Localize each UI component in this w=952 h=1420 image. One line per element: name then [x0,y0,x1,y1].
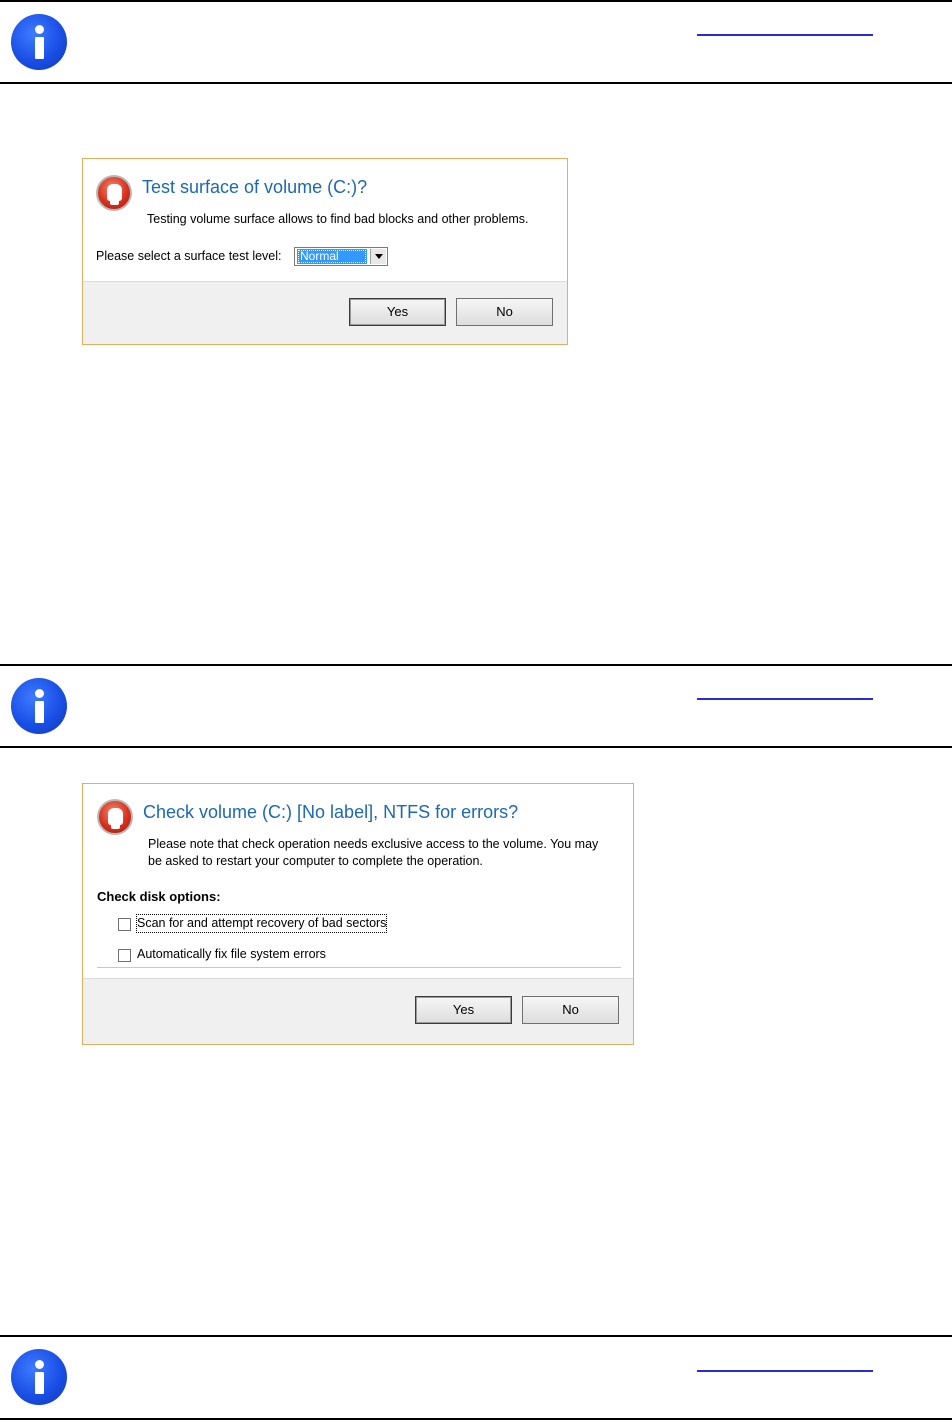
dialog-description-line2: be asked to restart your computer to com… [148,854,483,868]
surface-test-level-value: Normal [297,249,367,264]
info-note-band [0,1335,952,1420]
hyperlink-underline[interactable] [697,34,873,36]
check-disk-options-heading: Check disk options: [97,889,221,904]
surface-test-level-label: Please select a surface test level: [96,249,282,263]
no-button[interactable]: No [522,996,619,1024]
options-divider [97,967,621,968]
info-icon [11,678,67,734]
info-icon [11,1349,67,1405]
auto-fix-errors-label[interactable]: Automatically fix file system errors [137,946,326,963]
check-volume-dialog: Check volume (C:) [No label], NTFS for e… [82,783,634,1045]
info-note-band [0,0,952,84]
test-surface-dialog: Test surface of volume (C:)? Testing vol… [82,158,568,345]
hyperlink-underline[interactable] [697,1370,873,1372]
dialog-title: Check volume (C:) [No label], NTFS for e… [143,802,519,822]
surface-test-level-select[interactable]: Normal [294,247,388,266]
info-note-band [0,664,952,748]
dialog-title: Test surface of volume (C:)? [142,177,368,197]
auto-fix-errors-checkbox[interactable] [118,949,131,962]
program-logo-icon [96,175,132,211]
chevron-down-icon[interactable] [370,249,386,264]
no-button[interactable]: No [456,298,553,326]
dialog-description-line1: Please note that check operation needs e… [148,837,599,851]
dialog-footer: Yes No [83,281,567,344]
yes-button[interactable]: Yes [349,298,446,326]
scan-bad-sectors-checkbox[interactable] [118,918,131,931]
dialog-description: Testing volume surface allows to find ba… [147,212,529,226]
yes-button[interactable]: Yes [415,996,512,1024]
scan-bad-sectors-label[interactable]: Scan for and attempt recovery of bad sec… [135,914,388,933]
hyperlink-underline[interactable] [697,698,873,700]
program-logo-icon [97,799,133,835]
dialog-footer: Yes No [83,978,633,1044]
info-icon [11,14,67,70]
